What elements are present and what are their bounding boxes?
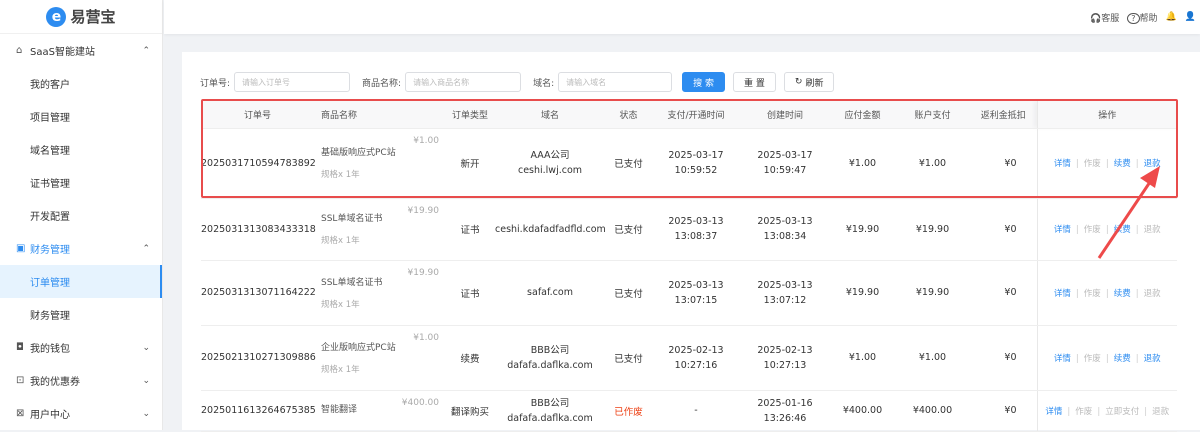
arrow-line bbox=[1097, 181, 1152, 259]
arrow-head bbox=[1140, 166, 1160, 188]
arrow-annotation bbox=[1097, 166, 1160, 259]
